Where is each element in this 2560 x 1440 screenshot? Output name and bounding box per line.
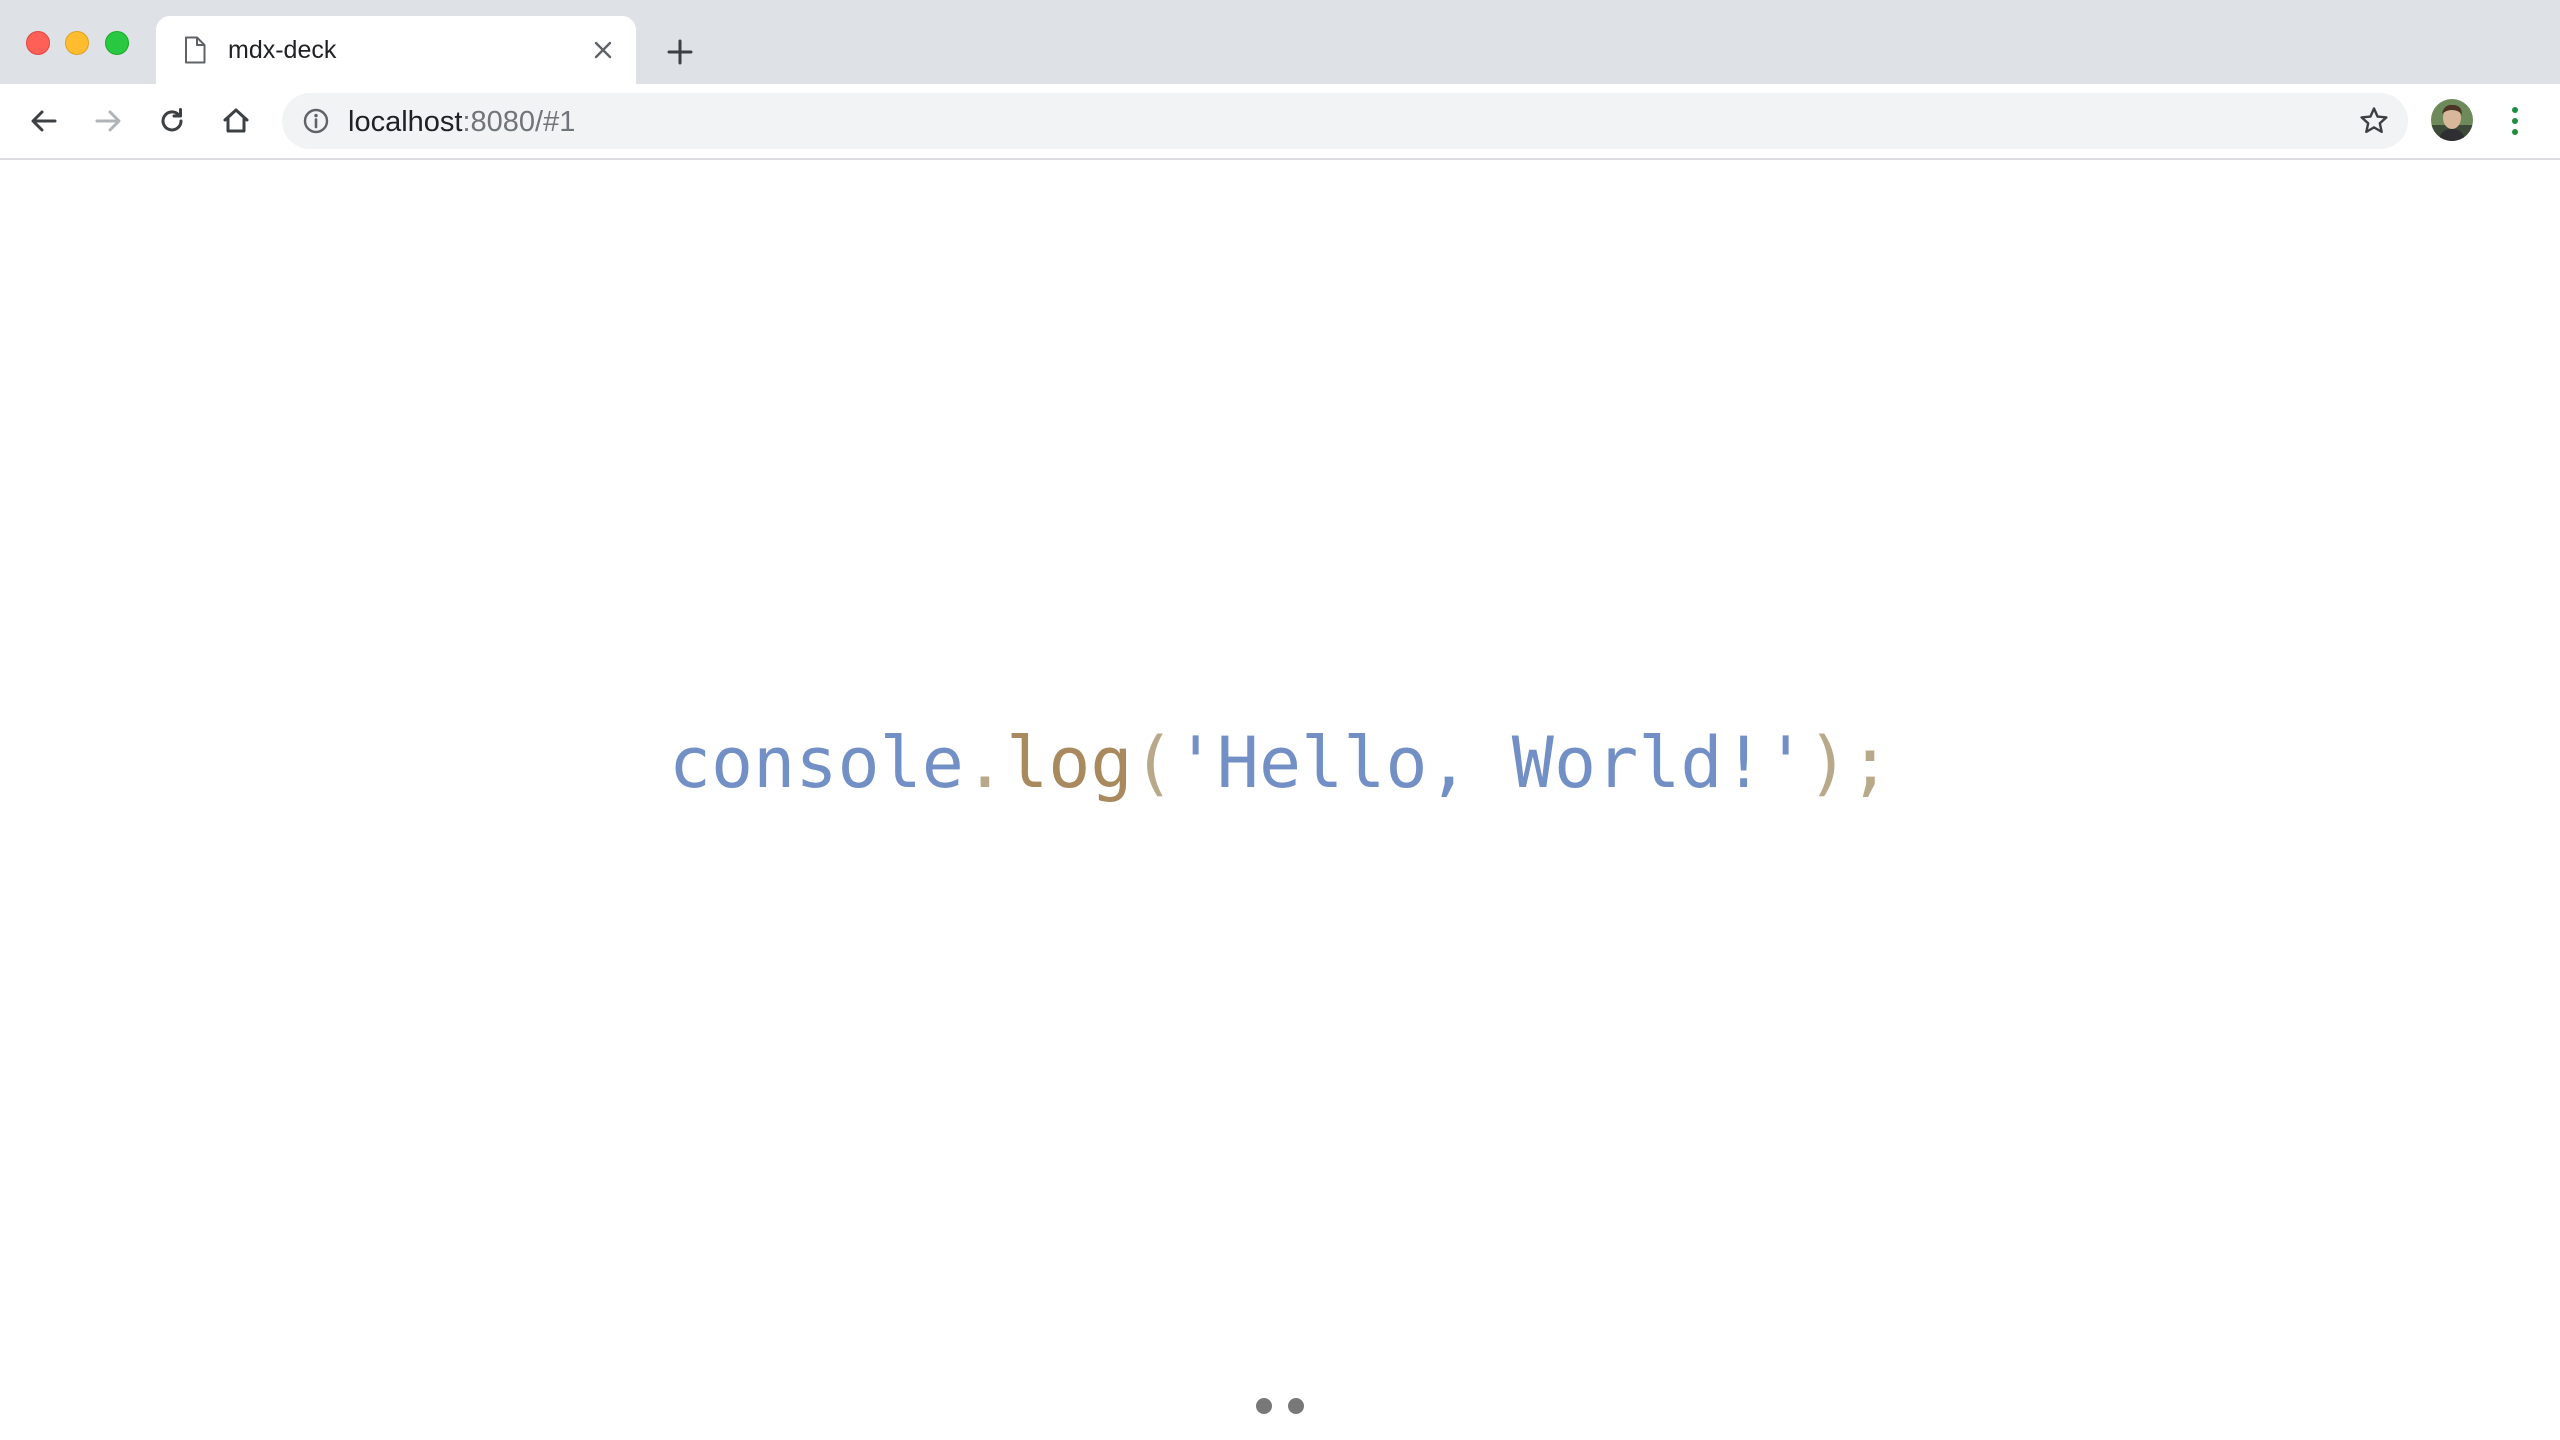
plus-icon [667, 39, 693, 65]
slide-dot-1[interactable] [1256, 1398, 1272, 1414]
tab-mdx-deck[interactable]: mdx-deck [156, 16, 636, 84]
arrow-right-icon [95, 110, 121, 132]
code-token-close-paren: ); [1806, 722, 1892, 804]
profile-avatar[interactable] [2431, 99, 2473, 141]
home-icon [223, 108, 249, 133]
home-button[interactable] [216, 101, 256, 141]
tab-close-button[interactable] [590, 37, 616, 63]
url-host: localhost [348, 106, 463, 138]
browser-menu-button[interactable] [2500, 101, 2530, 141]
code-token-dot: . [963, 722, 1007, 804]
code-token-string: 'Hello, World!' [1174, 722, 1807, 804]
reload-icon [161, 108, 183, 132]
code-block: console.log('Hello, World!'); [0, 718, 2560, 808]
back-button[interactable] [24, 101, 64, 141]
address-bar[interactable]: localhost:8080/#1 [282, 93, 2408, 149]
avatar-image [2431, 99, 2473, 141]
code-token-open-paren: ( [1132, 722, 1175, 804]
tab-title: mdx-deck [228, 36, 337, 64]
window-maximize-button[interactable] [105, 31, 129, 55]
tab-strip: mdx-deck [0, 0, 2560, 84]
bookmark-star-icon[interactable] [2358, 105, 2390, 137]
slide-content: console.log('Hello, World!'); [0, 160, 2560, 1440]
window-close-button[interactable] [26, 31, 50, 55]
browser-toolbar: localhost:8080/#1 [0, 84, 2560, 160]
close-icon [594, 41, 612, 59]
code-token-identifier: console [668, 722, 964, 804]
new-tab-button[interactable] [660, 32, 700, 72]
info-icon[interactable] [302, 107, 330, 135]
menu-dot [2512, 129, 2518, 135]
menu-dot [2512, 118, 2518, 124]
code-token-function: log [1006, 722, 1133, 804]
menu-dot [2512, 107, 2518, 113]
slide-pagination [0, 1398, 2560, 1414]
url-path: :8080/#1 [462, 106, 576, 138]
slide-dot-2[interactable] [1288, 1398, 1304, 1414]
window-minimize-button[interactable] [65, 31, 89, 55]
arrow-left-icon [31, 110, 57, 132]
browser-window: mdx-deck localhost:8080/#1 console.log('… [0, 0, 2560, 1440]
document-icon [185, 36, 206, 64]
reload-button[interactable] [152, 101, 192, 141]
forward-button[interactable] [88, 101, 128, 141]
url-text[interactable]: localhost:8080/#1 [348, 105, 575, 139]
